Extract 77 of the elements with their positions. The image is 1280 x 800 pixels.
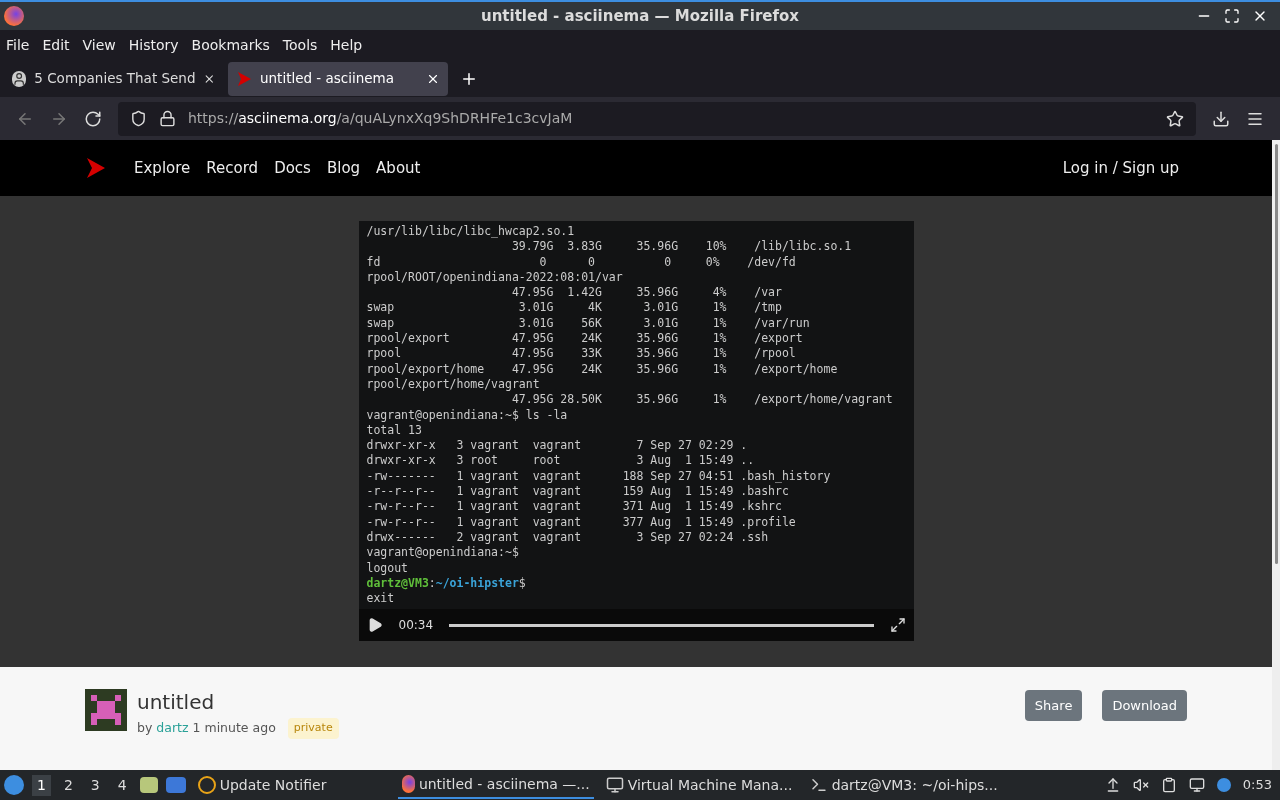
clock: 0:53 xyxy=(1242,776,1272,795)
byline-text: by xyxy=(137,718,153,737)
menu-item[interactable]: View xyxy=(82,34,116,56)
address-bar[interactable]: https://asciinema.org/a/quALynxXq9ShDRHFe1c3cvJaM xyxy=(118,101,1196,136)
taskbar-button[interactable]: Update Notifier xyxy=(193,771,390,799)
playback-time: 00:34 xyxy=(398,617,433,634)
terminal-line: logout xyxy=(366,560,409,576)
shield-icon xyxy=(130,110,147,127)
progress-bar[interactable] xyxy=(448,623,874,627)
nav-link[interactable]: Blog xyxy=(326,156,361,180)
tab-title: untitled - asciinema xyxy=(260,69,396,89)
timestamp-text: 1 minute ago xyxy=(192,718,276,737)
terminal-line: swap 3.01G 56K 3.01G 1% /var/run xyxy=(366,315,810,332)
terminal-line: drwxr-xr-x 3 vagrant vagrant 7 Sep 27 02:29 . xyxy=(366,438,748,454)
nav-link[interactable]: Docs xyxy=(274,156,311,180)
workspace-switch[interactable]: 3 xyxy=(85,774,105,796)
terminal-line: -rw-r--r-- 1 vagrant vagrant 377 Aug 1 15:49 .profile xyxy=(366,514,796,530)
terminal-line: 47.95G 1.42G 35.96G 4% /var xyxy=(510,285,782,301)
terminal-line: drwx------ 2 vagrant vagrant 3 Sep 27 02:24 .ssh xyxy=(366,529,769,546)
clipboard-icon[interactable] xyxy=(1160,777,1177,793)
terminal-line: rpool/export/home 47.95G 24K 35.96G 1% /export/home xyxy=(366,361,838,377)
terminal-line: rpool/export/home/vagrant xyxy=(366,376,540,393)
terminal-line: vagrant@openindiana:~$ xyxy=(366,545,519,561)
taskbar-button[interactable]: dartz@VM3: ~/oi-hips... xyxy=(805,771,1002,799)
terminal-line: -r--r--r-- 1 vagrant vagrant 159 Aug 1 15:49 .bashrc xyxy=(366,484,789,500)
lock-icon xyxy=(159,110,176,127)
terminal-line: -rw------- 1 vagrant vagrant 188 Sep 27 04:51 .bash_history xyxy=(366,468,831,485)
terminal-line: vagrant@openindiana:~$ ls -la xyxy=(366,407,568,423)
terminal-line: rpool/export 47.95G 24K 35.96G 1% /export xyxy=(366,331,803,347)
menu-item[interactable]: Edit xyxy=(42,34,70,56)
browser-tab[interactable]: 5 Companies That Send xyxy=(4,61,224,96)
terminal-line: fd 0 0 0 0% /dev/fd xyxy=(366,254,796,270)
login-link[interactable]: Log in / Sign up xyxy=(1062,156,1179,180)
url-text: https://asciinema.org/a/quALynxXq9ShDRHFe1c3cvJaM xyxy=(188,109,573,128)
workspace-switch[interactable]: 2 xyxy=(58,774,78,796)
terminal-line: rpool 47.95G 33K 35.96G 1% /rpool xyxy=(366,346,796,362)
window-title: untitled - asciinema — Mozilla Firefox xyxy=(481,5,799,27)
bookmark-star-icon[interactable] xyxy=(1166,109,1184,128)
menu-item[interactable]: Tools xyxy=(282,34,318,56)
mute-icon[interactable] xyxy=(1132,777,1149,793)
taskbar-button[interactable]: Virtual Machine Mana... xyxy=(601,771,798,799)
taskbar-button[interactable]: untitled - asciinema —... xyxy=(397,771,594,799)
person-icon xyxy=(12,70,27,87)
workspace-switch[interactable]: 4 xyxy=(112,774,132,796)
recording-title: untitled xyxy=(137,689,216,715)
terminal-line: exit xyxy=(366,591,395,607)
terminal-line: /usr/lib/libc/libc_hwcap2.so.1 xyxy=(366,224,575,240)
menu-item[interactable]: Help xyxy=(330,34,363,56)
terminal-line: drwxr-xr-x 3 root root 3 Aug 1 15:49 .. xyxy=(366,453,755,469)
monitor-icon xyxy=(605,776,624,794)
browser-tab[interactable]: untitled - asciinema xyxy=(228,61,448,96)
terminal-line: rpool/ROOT/openindiana-2022:08:01/var xyxy=(366,269,623,286)
terminal-line: -rw-r--r-- 1 vagrant vagrant 371 Aug 1 15:49 .kshrc xyxy=(366,499,782,515)
terminal-icon xyxy=(809,776,828,794)
nav-link[interactable]: About xyxy=(376,156,421,180)
asciinema-logo-icon[interactable] xyxy=(86,157,106,179)
tab-title: 5 Companies That Send xyxy=(34,69,196,89)
terminal-line: swap 3.01G 4K 3.01G 1% /tmp xyxy=(366,300,782,316)
action-button[interactable]: Download xyxy=(1102,690,1187,721)
terminal-line: 39.79G 3.83G 35.96G 10% /lib/libc.so.1 xyxy=(510,239,852,255)
action-button[interactable]: Share xyxy=(1024,690,1083,721)
nav-link[interactable]: Record xyxy=(206,156,259,180)
pixel-avatar-icon xyxy=(85,689,127,731)
menu-item[interactable]: History xyxy=(128,34,179,56)
terminal-line: dartz@VM3:~/oi-hipster$ xyxy=(366,575,526,592)
terminal-line: total 13 xyxy=(366,422,422,439)
reload-icon[interactable] xyxy=(84,109,102,128)
terminal-line: 47.95G 28.50K 35.96G 1% /export/home/vagrant xyxy=(510,392,893,408)
play-logo-icon xyxy=(236,70,252,87)
download-icon[interactable] xyxy=(1212,109,1230,128)
nav-link[interactable]: Explore xyxy=(134,156,191,180)
menu-item[interactable]: Bookmarks xyxy=(191,34,270,56)
menu-item[interactable]: File xyxy=(6,34,30,56)
workspace-switch[interactable]: 1 xyxy=(32,774,51,796)
fullscreen-icon[interactable] xyxy=(889,617,906,633)
private-label: private xyxy=(287,718,339,739)
maximize-icon[interactable] xyxy=(1224,8,1240,24)
